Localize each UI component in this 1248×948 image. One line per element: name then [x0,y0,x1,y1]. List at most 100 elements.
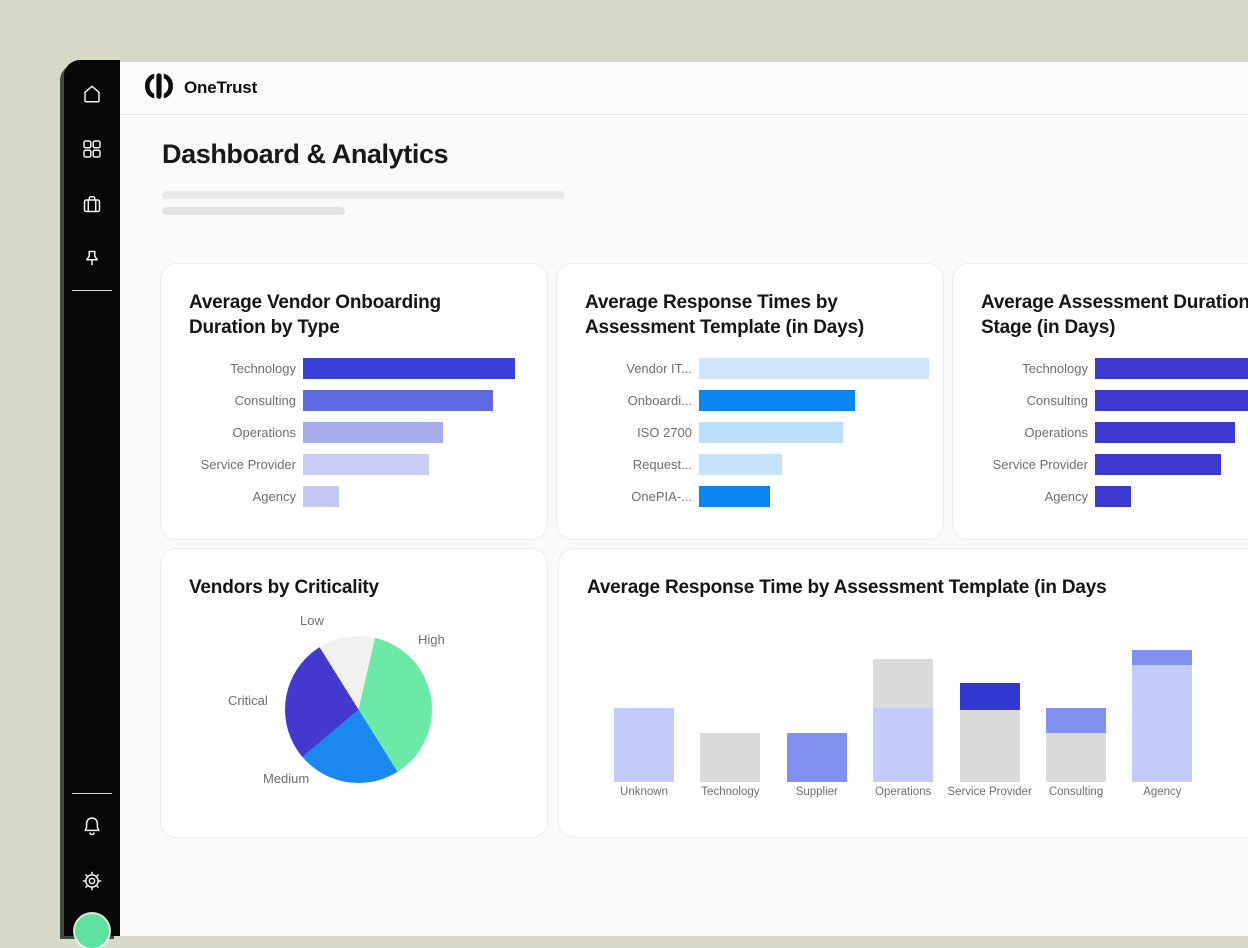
pin-icon [80,247,104,271]
sidebar-divider [72,290,112,291]
bar-segment [960,683,1020,710]
bar-segment [1132,665,1192,782]
bar-label: Vendor IT... [585,361,692,376]
stacked-bar[interactable] [873,659,933,782]
card-response-time-template: Average Response Time by Assessment Temp… [558,548,1248,838]
sidebar-item-notifications[interactable] [64,798,120,853]
bar-label: ISO 2700 [585,425,692,440]
card-response-times-template: Average Response Times by Assessment Tem… [556,263,944,540]
sidebar [64,60,120,936]
bar-label: Operations [981,425,1088,440]
sidebar-item-settings[interactable] [64,853,120,908]
stacked-bar[interactable] [700,733,760,782]
bar-row: Operations [981,416,1248,448]
bar[interactable] [303,390,493,411]
bar-segment [1132,650,1192,665]
card-title: Average Vendor Onboarding Duration by Ty… [161,264,547,340]
bar[interactable] [303,422,443,443]
skeleton-bar [162,207,345,215]
bar-row: Request... [585,448,929,480]
bar[interactable] [1095,486,1131,507]
pie-label-critical: Critical [228,693,268,708]
bar[interactable] [1095,390,1248,411]
bar-row: Agency [189,480,515,512]
bar[interactable] [303,454,429,475]
bar[interactable] [1095,454,1221,475]
card-vendor-onboarding-duration: Average Vendor Onboarding Duration by Ty… [160,263,548,540]
bar-row: Technology [189,352,515,384]
bar-row: ISO 2700 [585,416,929,448]
hbar-chart-onboarding: Technology Consulting Operations Service Pr… [189,352,515,512]
bar-row: Consulting [189,384,515,416]
bar-segment [873,708,933,782]
stacked-bar[interactable] [960,683,1020,782]
hbar-chart-response-times: Vendor IT... Onboardi... ISO 2700 Request..… [585,352,929,512]
bar-segment [787,733,847,782]
apps-grid-icon [80,137,104,161]
sidebar-item-home[interactable] [64,66,120,121]
bar-label: Agency [189,489,296,504]
bar[interactable] [699,358,929,379]
bar-row: Consulting [981,384,1248,416]
main-content: Dashboard & Analytics Average Vendor Onb… [120,115,1248,936]
bar-row: Agency [981,480,1248,512]
bar-segment [873,659,933,708]
briefcase-icon [80,192,104,216]
card-title: Average Assessment Duration by Stage (in… [953,264,1248,340]
home-icon [80,82,104,106]
bar-row: Technology [981,352,1248,384]
bar-row: OnePIA-... [585,480,929,512]
bar-label: Onboardi... [585,393,692,408]
criticality-pie-chart[interactable] [285,636,432,783]
pie-label-medium: Medium [263,771,309,786]
page-title: Dashboard & Analytics [162,139,448,170]
user-avatar[interactable] [75,914,109,948]
bar-row: Operations [189,416,515,448]
bar-row: Service Provider [189,448,515,480]
bar-label: Service Provider [189,457,296,472]
bar-label: Consulting [981,393,1088,408]
stacked-bar[interactable] [787,733,847,782]
app-header: OneTrust [120,62,1248,115]
card-title: Vendors by Criticality [161,549,547,600]
stacked-bar[interactable] [614,708,674,782]
bar-label: Agency [1102,786,1222,798]
bell-icon [80,814,104,838]
bar[interactable] [699,486,770,507]
stacked-bar[interactable] [1132,650,1192,782]
bar-label: Operations [189,425,296,440]
hbar-chart-assessment-duration: Technology Consulting Operations Service Pr… [981,352,1248,512]
bar-label: Request... [585,457,692,472]
card-vendors-by-criticality: Vendors by Criticality Low High Critical… [160,548,548,838]
bar-segment [960,710,1020,782]
pie-label-low: Low [300,613,324,628]
sidebar-item-portfolio[interactable] [64,176,120,231]
card-title: Average Response Times by Assessment Tem… [557,264,943,340]
sidebar-item-apps[interactable] [64,121,120,176]
brand-name: OneTrust [184,78,257,98]
bar[interactable] [303,486,339,507]
bar[interactable] [1095,422,1235,443]
bar[interactable] [303,358,515,379]
bar[interactable] [699,390,855,411]
sidebar-item-pinned[interactable] [64,231,120,286]
bar-label: Agency [981,489,1088,504]
bar-row: Service Provider [981,448,1248,480]
bar-segment [614,708,674,782]
sidebar-divider [72,793,112,794]
bar[interactable] [1095,358,1248,379]
bar[interactable] [699,454,782,475]
bar[interactable] [699,422,843,443]
bar-segment [700,733,760,782]
onetrust-logo[interactable]: OneTrust [144,73,257,104]
bar-label: Technology [981,361,1088,376]
card-assessment-duration-stage: Average Assessment Duration by Stage (in… [952,263,1248,540]
bar-label: OnePIA-... [585,489,692,504]
stacked-bar[interactable] [1046,708,1106,782]
bar-row: Vendor IT... [585,352,929,384]
bar-label: Technology [189,361,296,376]
skeleton-bar [162,191,565,199]
onetrust-logo-mark-icon [144,73,174,104]
bar-segment [1046,733,1106,782]
gear-icon [80,869,104,893]
